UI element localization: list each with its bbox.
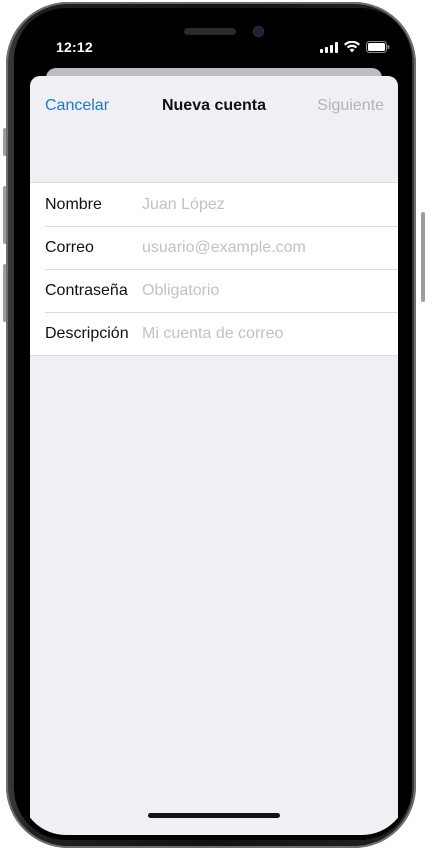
cancel-button[interactable]: Cancelar — [45, 97, 109, 115]
home-indicator[interactable] — [148, 813, 280, 818]
name-label: Nombre — [45, 196, 102, 213]
front-camera — [254, 27, 263, 36]
speaker-grille — [184, 28, 236, 35]
phone-screen: 12:12 Cancelar Nueva cuenta Siguiente No… — [20, 14, 408, 835]
description-label: Descripción — [45, 325, 129, 342]
next-button[interactable]: Siguiente — [317, 97, 384, 115]
status-icons — [320, 41, 390, 53]
new-account-sheet: Cancelar Nueva cuenta Siguiente Nombre C… — [30, 76, 398, 835]
navigation-bar: Cancelar Nueva cuenta Siguiente — [30, 76, 398, 132]
cellular-signal-icon — [320, 41, 338, 53]
status-time: 12:12 — [56, 39, 93, 55]
name-field[interactable] — [142, 191, 382, 218]
email-field[interactable] — [142, 234, 382, 261]
email-label: Correo — [45, 239, 94, 256]
email-row: Correo — [30, 226, 398, 269]
password-field[interactable] — [142, 277, 382, 304]
account-form: Nombre Correo Contraseña Descripción — [30, 182, 398, 356]
description-field[interactable] — [142, 320, 382, 347]
wifi-icon — [344, 41, 360, 53]
name-row: Nombre — [30, 183, 398, 226]
password-label: Contraseña — [45, 282, 128, 299]
status-bar: 12:12 — [20, 14, 408, 66]
password-row: Contraseña — [30, 269, 398, 312]
power-button — [421, 212, 425, 302]
description-row: Descripción — [30, 312, 398, 355]
device-stage: 12:12 Cancelar Nueva cuenta Siguiente No… — [0, 0, 428, 851]
battery-icon — [366, 41, 390, 53]
